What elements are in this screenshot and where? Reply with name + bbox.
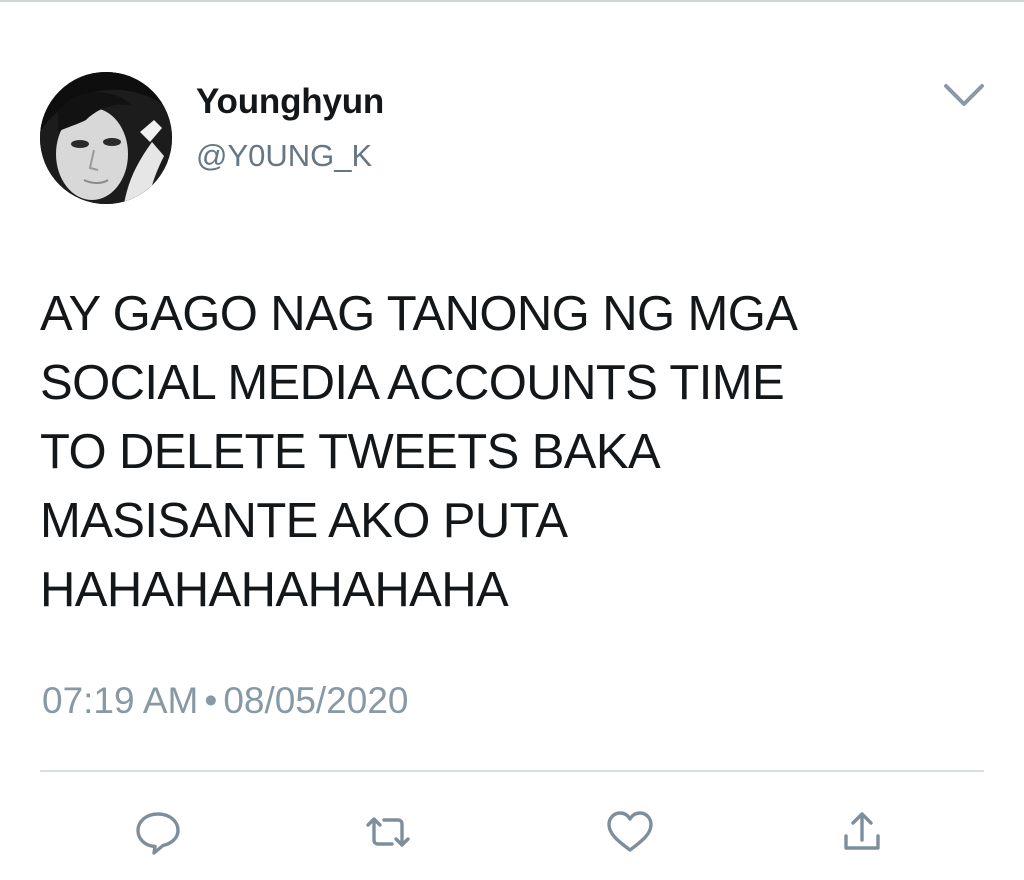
retweet-button[interactable] xyxy=(362,806,414,858)
heart-icon xyxy=(607,811,653,852)
tweet-text-line: AY GAGO NAG TANONG NG MGA xyxy=(40,287,798,341)
tweet-timestamp[interactable]: 07:19 AM • 08/05/2020 xyxy=(42,680,409,722)
reply-button[interactable] xyxy=(132,806,184,858)
tweet-menu-button[interactable] xyxy=(938,78,990,114)
tweet-text-line: MASISANTE AKO PUTA xyxy=(40,494,568,548)
timestamp-separator: • xyxy=(204,680,218,721)
tweet-text: AY GAGO NAG TANONG NG MGA SOCIAL MEDIA A… xyxy=(40,280,980,625)
tweet-time: 07:19 AM xyxy=(42,680,199,721)
chevron-down-icon xyxy=(944,84,984,106)
tweet-date: 08/05/2020 xyxy=(223,680,409,721)
top-divider xyxy=(0,0,1024,2)
author-display-name[interactable]: Younghyun xyxy=(196,82,384,122)
share-button[interactable] xyxy=(836,806,888,858)
share-icon xyxy=(844,812,880,850)
actions-divider xyxy=(40,770,984,772)
reply-icon xyxy=(136,812,180,855)
tweet-text-line: HAHAHAHAHAHAHA xyxy=(40,563,509,617)
tweet-text-line: SOCIAL MEDIA ACCOUNTS TIME xyxy=(40,356,785,410)
author-handle[interactable]: @Y0UNG_K xyxy=(196,138,372,174)
avatar-photo xyxy=(40,72,172,204)
avatar[interactable] xyxy=(40,72,172,204)
like-button[interactable] xyxy=(604,806,656,858)
retweet-icon xyxy=(366,817,410,847)
tweet-text-line: TO DELETE TWEETS BAKA xyxy=(40,425,661,479)
